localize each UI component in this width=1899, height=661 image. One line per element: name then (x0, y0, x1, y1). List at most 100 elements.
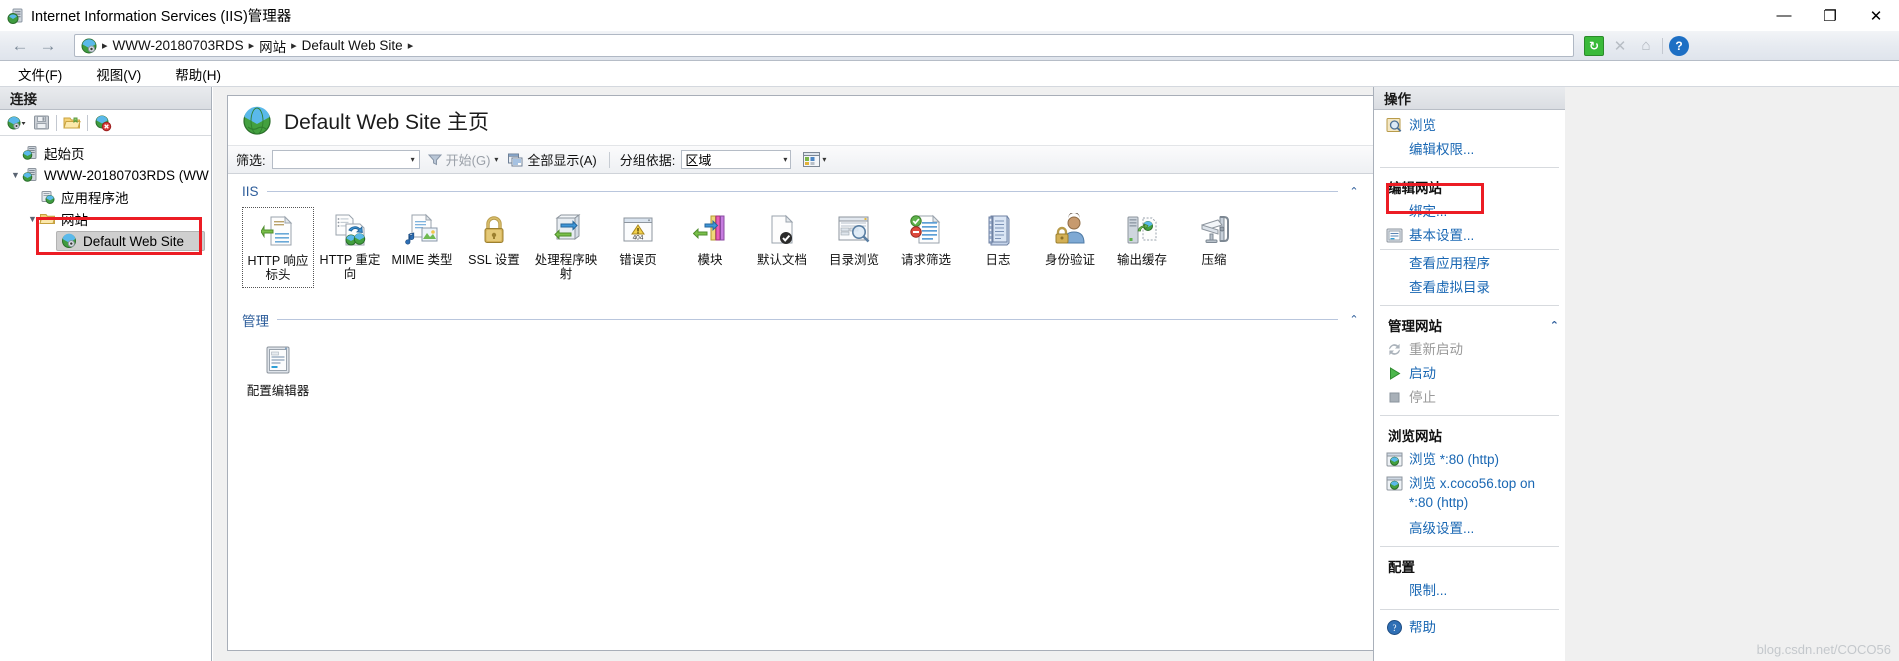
output-caching-icon (1125, 213, 1159, 247)
menu-view[interactable]: 视图(V) (92, 62, 145, 86)
maximize-button[interactable]: ❐ (1807, 0, 1853, 31)
minimize-button[interactable]: — (1761, 0, 1807, 31)
feature-default-document[interactable]: 默认文档 (746, 207, 818, 288)
feature-http-redirect[interactable]: HTTP 重定向 (314, 207, 386, 288)
action-browse[interactable]: 浏览 (1374, 114, 1565, 138)
forward-button[interactable]: → (34, 33, 62, 59)
modules-icon (692, 213, 727, 247)
expander-server-icon[interactable]: ▼ (9, 170, 22, 180)
connections-toolbar-divider-2 (87, 114, 88, 131)
action-limits[interactable]: 限制... (1374, 579, 1565, 603)
breadcrumb-item-default-web-site[interactable]: Default Web Site (302, 38, 403, 53)
feature-compression[interactable]: 压缩 (1178, 207, 1250, 288)
tree-item-selected-default-web-site[interactable]: Default Web Site (56, 231, 206, 251)
configuration-editor-icon (261, 344, 295, 378)
action-advanced-settings[interactable]: 高级设置... (1374, 515, 1565, 541)
globe-dropdown-icon[interactable] (6, 113, 26, 133)
action-start[interactable]: 启动 (1374, 362, 1565, 386)
tree-item-server[interactable]: ▼ WWW-20180703RDS (WW (0, 164, 211, 186)
logging-book-icon (981, 213, 1015, 247)
action-label: 重新启动 (1409, 342, 1463, 358)
view-mode-button[interactable]: ▾ (803, 152, 826, 167)
chevron-up-icon[interactable]: ⌃ (1550, 319, 1559, 332)
action-label: 浏览 *:80 (http) (1409, 452, 1500, 468)
feature-handler-mappings[interactable]: 处理程序映射 (530, 207, 602, 288)
feature-label: 身份验证 (1044, 253, 1095, 267)
chevron-up-icon[interactable]: ⌃ (1346, 313, 1362, 326)
feature-logging[interactable]: 日志 (962, 207, 1034, 288)
home-icon[interactable]: ⌂ (1636, 36, 1656, 56)
section-header-iis: IIS ⌃ (228, 174, 1374, 199)
feature-configuration-editor[interactable]: 配置编辑器 (242, 338, 314, 402)
feature-error-pages[interactable]: 404 错误页 (602, 207, 674, 288)
browse-magnifier-icon (1386, 117, 1403, 134)
section-header-management: 管理 ⌃ (228, 288, 1374, 330)
chevron-up-icon[interactable]: ⌃ (1346, 185, 1362, 198)
feature-http-response-headers[interactable]: HTTP 响应标头 (242, 207, 314, 288)
refresh-icon[interactable]: ↻ (1584, 35, 1604, 56)
feature-ssl-settings[interactable]: SSL 设置 (458, 207, 530, 288)
action-browse-xcoco56[interactable]: 浏览 x.coco56.top on *:80 (http) (1374, 472, 1565, 515)
tree-item-default-web-site[interactable]: Default Web Site (0, 230, 211, 252)
page-title: Default Web Site 主页 (284, 110, 490, 134)
help-icon[interactable]: ? (1669, 35, 1689, 56)
breadcrumb-separator-1: ▸ (248, 40, 255, 52)
expander-sites-icon[interactable]: ▼ (26, 214, 39, 224)
actions-group-manage-site: 管理网站 ⌃ 重新启动 启动 停止 (1374, 308, 1565, 413)
folder-open-icon[interactable] (62, 113, 82, 133)
menu-bar: 文件(F) 视图(V) 帮助(H) (0, 61, 1899, 87)
actions-divider (1380, 608, 1559, 610)
actions-pane: 操作 浏览 编辑权限... 编辑网站 绑定... 基本设置... 查看应用程序 … (1373, 87, 1565, 661)
feature-label: 错误页 (619, 253, 657, 267)
filter-input[interactable]: ▾ (271, 150, 420, 169)
breadcrumb-item-sites[interactable]: 网站 (259, 36, 286, 56)
tree-item-start-page[interactable]: 起始页 (0, 142, 211, 164)
action-label: 高级设置... (1409, 520, 1475, 536)
feature-output-caching[interactable]: 输出缓存 (1106, 207, 1178, 288)
action-label: 查看应用程序 (1409, 256, 1490, 272)
action-view-virtual-directories[interactable]: 查看虚拟目录 (1374, 276, 1565, 300)
chevron-down-icon[interactable]: ▾ (494, 155, 498, 164)
feature-directory-browsing[interactable]: 目录浏览 (818, 207, 890, 288)
compression-clamp-icon (1197, 213, 1231, 247)
group-by-select[interactable]: 区域 ▾ (681, 150, 792, 169)
actions-group-title-configure: 配置 (1374, 553, 1565, 579)
feature-modules[interactable]: 模块 (674, 207, 746, 288)
filter-go-button[interactable]: 开始(G) ▾ (426, 150, 501, 169)
action-basic-settings[interactable]: 基本设置... (1374, 224, 1565, 248)
action-bindings[interactable]: 绑定... (1374, 200, 1565, 224)
menu-help[interactable]: 帮助(H) (171, 62, 225, 86)
action-view-applications[interactable]: 查看应用程序 (1374, 252, 1565, 276)
actions-group-help: ? 帮助 (1374, 612, 1565, 644)
funnel-icon (427, 153, 442, 166)
tree-item-sites[interactable]: ▼ 网站 (0, 208, 211, 230)
globe-icon (81, 38, 97, 54)
home-page-card: Default Web Site 主页 筛选: ▾ 开始(G) ▾ 全部显示(A… (227, 95, 1375, 651)
close-button[interactable]: ✕ (1853, 0, 1899, 31)
feature-authentication[interactable]: 身份验证 (1034, 207, 1106, 288)
menu-file[interactable]: 文件(F) (14, 62, 66, 86)
feature-mime-types[interactable]: MIME 类型 (386, 207, 458, 288)
group-by-value: 区域 (685, 153, 712, 168)
breadcrumb[interactable]: ▸ WWW-20180703RDS ▸ 网站 ▸ Default Web Sit… (74, 34, 1574, 57)
stop-icon[interactable]: ✕ (1610, 36, 1630, 56)
feature-request-filtering[interactable]: 请求筛选 (890, 207, 962, 288)
chevron-down-icon[interactable]: ▾ (822, 155, 826, 164)
action-restart[interactable]: 重新启动 (1374, 338, 1565, 362)
back-button[interactable]: ← (6, 33, 34, 59)
save-icon[interactable] (31, 113, 51, 133)
window-controls: — ❐ ✕ (1761, 0, 1899, 31)
content-pane: Default Web Site 主页 筛选: ▾ 开始(G) ▾ 全部显示(A… (213, 87, 1375, 661)
chevron-down-icon[interactable]: ▾ (411, 155, 415, 164)
error-pages-404-icon: 404 (621, 213, 655, 247)
chevron-down-icon[interactable]: ▾ (783, 155, 787, 164)
show-all-button[interactable]: 全部显示(A) (506, 150, 598, 169)
globe-delete-icon[interactable] (93, 113, 113, 133)
tree-item-app-pools[interactable]: 应用程序池 (0, 186, 211, 208)
action-stop[interactable]: 停止 (1374, 386, 1565, 410)
breadcrumb-item-server[interactable]: WWW-20180703RDS (113, 38, 244, 53)
action-help[interactable]: ? 帮助 (1374, 616, 1565, 640)
section-title-management: 管理 (242, 313, 269, 329)
action-edit-permissions[interactable]: 编辑权限... (1374, 138, 1565, 162)
action-browse-80-http[interactable]: 浏览 *:80 (http) (1374, 448, 1565, 472)
